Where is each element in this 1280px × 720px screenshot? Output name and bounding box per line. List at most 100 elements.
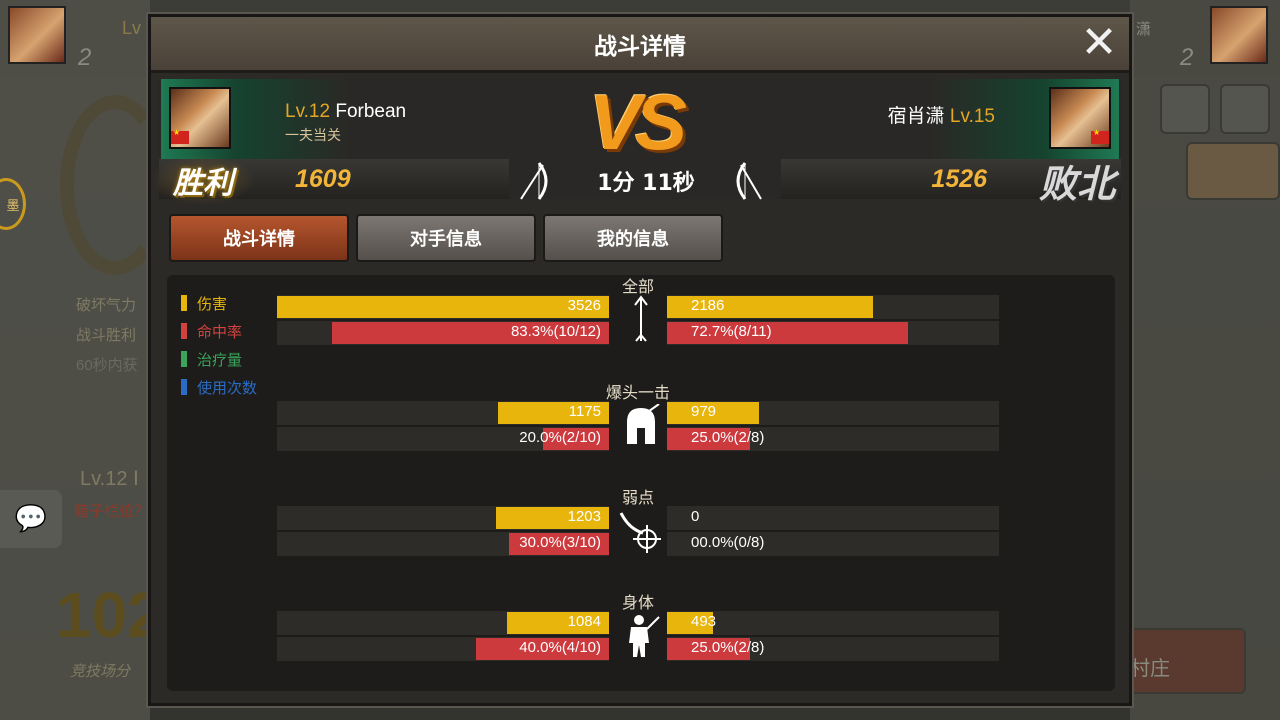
bg-level: Lv.12 Ⅰ <box>80 468 139 490</box>
section-title: 爆头一击 <box>605 383 670 402</box>
stats-panel: 伤害 命中率 治疗量 使用次数 全部 3526 2186 83.3%(10/12) 72… <box>167 275 1115 691</box>
arrow-icon <box>619 295 663 345</box>
left-hit-value: 40.0%(4/10) <box>519 639 601 656</box>
target-icon <box>619 506 663 556</box>
bg-arena-score: 102 <box>56 579 163 651</box>
section-title: 全部 <box>621 277 654 296</box>
legend-healing-swatch <box>181 351 187 367</box>
bg-arena-label: 竞技场分 <box>70 663 131 680</box>
left-hit-value: 83.3%(10/12) <box>510 323 601 340</box>
right-hit-row: 25.0%(2/8) <box>667 427 999 451</box>
left-player-level: Lv.12 <box>285 101 331 122</box>
left-player-flag-icon <box>171 128 189 144</box>
bg-task-2: 战斗胜利 <box>76 327 137 344</box>
right-damage-row: 2186 <box>667 295 999 319</box>
left-damage-value: 1175 <box>568 403 601 420</box>
legend: 伤害 命中率 治疗量 使用次数 <box>181 289 257 401</box>
legend-use-count-swatch <box>181 379 187 395</box>
tab-my-info[interactable]: 我的信息 <box>543 214 723 262</box>
left-bow-icon <box>520 162 548 200</box>
helmet-icon <box>619 401 663 451</box>
right-player-flag-icon <box>1091 128 1109 144</box>
legend-damage-label: 伤害 <box>197 294 228 313</box>
tab-battle-details[interactable]: 战斗详情 <box>169 214 349 262</box>
left-player-name: Forbean <box>335 101 407 122</box>
tab-opponent-info-label: 对手信息 <box>410 229 482 250</box>
left-hit-row: 20.0%(2/10) <box>277 427 609 451</box>
right-damage-value: 979 <box>691 403 717 420</box>
left-hit-value: 30.0%(3/10) <box>519 534 601 551</box>
left-hit-row: 83.3%(10/12) <box>277 321 609 345</box>
left-damage-bar <box>277 296 609 318</box>
match-header: Lv.12 Forbean 一夫当关 宿肖潇 Lv.15 VS 1609 152… <box>151 78 1121 206</box>
right-player-name: 宿肖潇 <box>887 106 945 127</box>
left-damage-value: 3526 <box>567 297 601 314</box>
body-icon <box>619 611 663 661</box>
bg-right-rank: 2 <box>1180 44 1194 71</box>
bg-chest-slot: 箱子栏位？ <box>74 503 150 520</box>
victory-badge: 胜利 <box>151 155 255 205</box>
battle-details-dialog: 战斗详情 ✕ Lv.12 Forbean 一夫当关 宿肖潇 Lv.15 VS 1… <box>148 14 1132 706</box>
tab-my-info-label: 我的信息 <box>597 229 669 250</box>
close-icon: ✕ <box>1080 17 1118 68</box>
legend-hit-rate-label: 命中率 <box>197 322 243 341</box>
left-hit-value: 20.0%(2/10) <box>519 429 601 446</box>
left-damage-value: 1203 <box>567 508 601 525</box>
right-damage-value: 2186 <box>691 297 725 314</box>
right-damage-row: 979 <box>667 401 999 425</box>
left-hit-row: 30.0%(3/10) <box>277 532 609 556</box>
legend-hit-rate-swatch <box>181 323 187 339</box>
village-button[interactable]: 村庄 <box>1120 628 1246 694</box>
dialog-titlebar: 战斗详情 ✕ <box>151 17 1129 73</box>
right-hit-row: 72.7%(8/11) <box>667 321 999 345</box>
legend-healing: 治疗量 <box>181 345 257 373</box>
right-player-name-level: 宿肖潇 Lv.15 <box>888 101 995 128</box>
right-hit-value: 00.0%(0/8) <box>691 534 765 551</box>
right-hit-value: 25.0%(2/8) <box>691 639 765 656</box>
right-bow-icon <box>736 162 762 200</box>
right-player-score: 1526 <box>931 165 987 193</box>
left-hit-row: 40.0%(4/10) <box>277 637 609 661</box>
left-player-level-name: Lv.12 Forbean <box>285 101 406 123</box>
bg-left-rank: 2 <box>78 44 92 71</box>
section-title: 弱点 <box>621 488 654 507</box>
tab-battle-details-label: 战斗详情 <box>223 229 295 250</box>
right-damage-row: 493 <box>667 611 999 635</box>
legend-healing-label: 治疗量 <box>197 350 243 369</box>
legend-damage: 伤害 <box>181 289 257 317</box>
left-player-title: 一夫当关 <box>285 128 341 144</box>
legend-hit-rate: 命中率 <box>181 317 257 345</box>
right-hit-row: 25.0%(2/8) <box>667 637 999 661</box>
battle-time: 1分 11秒 <box>597 171 695 196</box>
bg-left-avatar <box>8 6 66 64</box>
left-damage-row: 1084 <box>277 611 609 635</box>
left-damage-value: 1084 <box>567 613 601 630</box>
right-player-level: Lv.15 <box>949 106 995 127</box>
chest-icon[interactable] <box>1186 142 1280 200</box>
right-hit-value: 25.0%(2/8) <box>691 429 765 446</box>
bg-task-3: 60秒内获 <box>76 357 138 374</box>
left-damage-row: 1203 <box>277 506 609 530</box>
bg-badge-char: 墨 <box>6 198 20 214</box>
legend-use-count-label: 使用次数 <box>197 378 258 397</box>
right-hit-row: 00.0%(0/8) <box>667 532 999 556</box>
chat-button[interactable]: 💬 <box>0 490 62 548</box>
legend-use-count: 使用次数 <box>181 373 257 401</box>
vs-logo: VS <box>589 78 687 166</box>
mail-button[interactable] <box>1220 84 1270 134</box>
right-damage-value: 0 <box>691 508 700 525</box>
bg-task-1: 破坏气力 <box>76 297 137 314</box>
left-damage-row: 1175 <box>277 401 609 425</box>
right-damage-value: 493 <box>691 613 717 630</box>
tab-opponent-info[interactable]: 对手信息 <box>356 214 536 262</box>
dialog-title: 战斗详情 <box>594 33 686 60</box>
bg-right-name: 潇 <box>1136 21 1152 38</box>
chat-bubble-icon: 💬 <box>14 504 48 534</box>
section-title: 身体 <box>621 593 654 612</box>
left-player-score: 1609 <box>295 165 351 193</box>
right-damage-row: 0 <box>667 506 999 530</box>
close-button[interactable]: ✕ <box>1077 21 1121 67</box>
bg-left-level: Lv <box>122 18 142 38</box>
right-hit-value: 72.7%(8/11) <box>691 323 772 340</box>
add-friend-button[interactable] <box>1160 84 1210 134</box>
